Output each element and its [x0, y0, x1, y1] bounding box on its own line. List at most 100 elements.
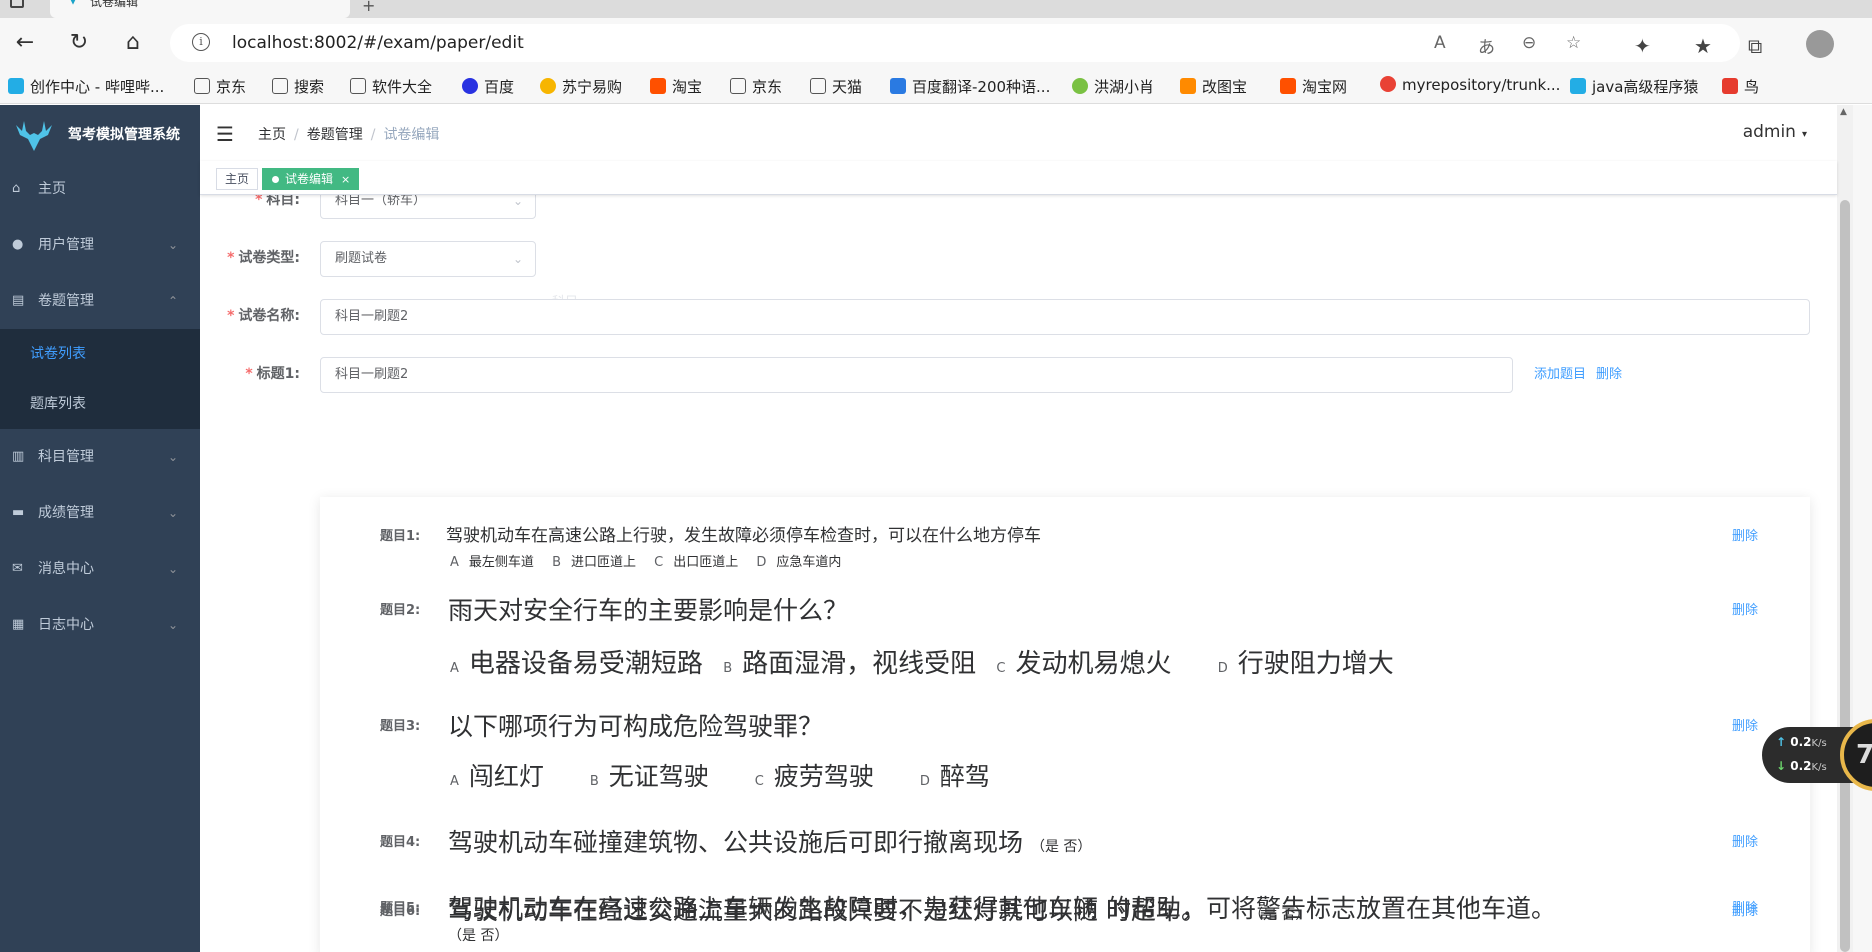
zoom-icon[interactable]: ⊖ [1522, 33, 1536, 53]
title1-label: * 标题1: [245, 366, 300, 382]
questions-panel: 题目1: 驾驶机动车在高速公路上行驶，发生故障必须停车检查时，可以在什么地方停车… [320, 497, 1810, 952]
home-icon[interactable]: ⌂ [118, 28, 148, 58]
question-2-options: A 电器设备易受潮短路 B 路面湿滑，视线受阻 C 发动机易熄火 D 行驶阻力增大 [450, 649, 1394, 679]
question-2-delete-link[interactable]: 删除 [1732, 599, 1758, 618]
question-3-text: 以下哪项行为可构成危险驾驶罪？ [448, 712, 824, 741]
bookmark-item[interactable]: 京东 [194, 76, 246, 97]
option: 进口匝道上 [570, 555, 636, 570]
scrollbar-thumb[interactable] [1840, 200, 1850, 952]
bookmark-item[interactable]: 洪湖小肖 [1072, 76, 1154, 97]
page-content: 科目 *科目: 科目一（轿车） ⌄ *试卷类型: 刷题试卷 ⌄ *试 [200, 195, 1837, 952]
favorite-add-icon[interactable]: ☆ [1566, 33, 1581, 53]
question-6-delete-link[interactable]: 删除 [1732, 900, 1758, 919]
chevron-down-icon: ⌄ [167, 562, 178, 576]
bookmark-item[interactable]: myrepository/trunk... [1380, 76, 1560, 94]
question-4-label: 题目4: [380, 835, 421, 850]
back-arrow-icon[interactable]: ← [10, 28, 40, 58]
address-bar[interactable]: i localhost:8002/#/exam/paper/edit A あ ⊖… [170, 24, 1740, 62]
judge-options: （是 否） [1030, 839, 1092, 855]
bookmark-item[interactable]: 软件大全 [350, 76, 432, 97]
question-1-text: 驾驶机动车在高速公路上行驶，发生故障必须停车检查时，可以在什么地方停车 [446, 526, 1041, 546]
navbar: ☰ 主页 / 卷题管理 / 试卷编辑 admin ▾ [200, 105, 1837, 161]
chevron-down-icon: ⌄ [167, 450, 178, 464]
option: 无证驾驶 [608, 762, 709, 791]
option: 路面湿滑，视线受阻 [742, 649, 977, 679]
breadcrumb-home[interactable]: 主页 [258, 127, 286, 143]
url-text[interactable]: localhost:8002/#/exam/paper/edit [232, 33, 524, 53]
question-1-label: 题目1: [380, 529, 421, 544]
network-speed-widget[interactable]: ↑ 0.2K/s ↓ 0.2K/s 72 [1762, 719, 1872, 791]
bookmark-item[interactable]: 百度 [462, 76, 514, 97]
name-input[interactable]: 科目一刷题2 [320, 299, 1810, 335]
bookmark-item[interactable]: 淘宝网 [1280, 76, 1347, 97]
sidebar-item-scores[interactable]: ▬ 成绩管理 ⌄ [0, 485, 200, 541]
option: 醉驾 [939, 762, 990, 791]
type-select[interactable]: 刷题试卷 ⌄ [320, 241, 536, 277]
bilibili-icon [8, 78, 24, 94]
bookmark-item[interactable]: 搜索 [272, 76, 324, 97]
taobao-icon [1280, 78, 1296, 94]
scroll-up-icon[interactable]: ▲ [1840, 107, 1847, 117]
bookmark-item[interactable]: 百度翻译-200种语... [890, 76, 1050, 97]
tag-home[interactable]: 主页 [216, 168, 259, 190]
sidebar-item-users[interactable]: ● 用户管理 ⌄ [0, 217, 200, 273]
upload-speed: ↑ 0.2K/s [1776, 735, 1827, 749]
sidebar-item-subjects[interactable]: ▥ 科目管理 ⌄ [0, 429, 200, 485]
hamburger-icon[interactable]: ☰ [216, 122, 234, 146]
chevron-up-icon: ⌃ [167, 294, 178, 308]
sidebar-item-logs[interactable]: ▦ 日志中心 ⌄ [0, 597, 200, 653]
chevron-down-icon: ⌄ [167, 238, 178, 252]
new-tab-button[interactable]: + [362, 0, 375, 15]
sidebar-item-exams[interactable]: ▤ 卷题管理 ⌃ [0, 273, 200, 329]
question-1-options: A 最左侧车道 B 进口匝道上 C 出口匝道上 D 应急车道内 [450, 555, 842, 570]
bookmark-item[interactable]: 鸟 [1722, 76, 1759, 97]
translate-icon[interactable]: あ [1478, 33, 1495, 58]
question-6-text: 驾驶机动车在经过交通流量大的路段只要不是红灯就可以随 时超车。 （是 否） [448, 896, 1310, 925]
translate-site-icon [890, 78, 906, 94]
browser-tab[interactable]: ▼ 试卷编辑 [50, 0, 350, 18]
bookmark-item[interactable]: 京东 [730, 76, 782, 97]
bookmark-item[interactable]: 淘宝 [650, 76, 702, 97]
subject-select[interactable]: 科目一（轿车） ⌄ [320, 195, 536, 219]
breadcrumb-exams[interactable]: 卷题管理 [307, 127, 363, 143]
judge-options: （是 否） [1255, 907, 1310, 923]
tab-actions-icon[interactable] [10, 0, 24, 8]
delete-title-link[interactable]: 删除 [1596, 358, 1622, 392]
sidebar-subitem-paper-list[interactable]: 试卷列表 [0, 329, 200, 379]
question-2-label: 题目2: [380, 603, 421, 618]
question-3-delete-link[interactable]: 删除 [1732, 715, 1758, 734]
page-scrollbar[interactable]: ▲ [1837, 105, 1853, 952]
sidebar-item-home[interactable]: ⌂ 主页 [0, 161, 200, 217]
form-row-type: * 试卷类型: 刷题试卷 ⌄ [200, 241, 800, 277]
site-info-icon[interactable]: i [192, 33, 210, 51]
question-1-delete-link[interactable]: 删除 [1732, 525, 1758, 544]
chrome-icon [1380, 76, 1396, 92]
add-question-link[interactable]: 添加题目 [1534, 358, 1586, 392]
download-speed: ↓ 0.2K/s [1776, 759, 1827, 773]
bookmark-item[interactable]: 天猫 [810, 76, 862, 97]
exams-submenu: 试卷列表 题库列表 [0, 329, 200, 429]
user-menu[interactable]: admin ▾ [1743, 122, 1807, 142]
bookmark-item[interactable]: 苏宁易购 [540, 76, 622, 97]
collections-icon[interactable]: ⧉ [1748, 34, 1762, 58]
bookmark-item[interactable]: 创作中心 - 哔哩哔... [8, 76, 164, 97]
read-aloud-icon[interactable]: A [1434, 33, 1446, 53]
profile-avatar[interactable] [1806, 30, 1834, 58]
title1-input[interactable]: 科目一刷题2 [320, 357, 1513, 393]
form-row-title1: * 标题1: 科目一刷题2 添加题目 删除 [200, 357, 1837, 393]
close-icon[interactable]: × [341, 173, 350, 186]
browser-toolbar: ← ↻ ⌂ i localhost:8002/#/exam/paper/edit… [0, 18, 1872, 68]
tag-paper-edit[interactable]: 试卷编辑 × [262, 168, 360, 190]
bookmark-item[interactable]: 改图宝 [1180, 76, 1247, 97]
caret-down-icon: ▾ [1801, 129, 1807, 140]
document-icon: ▤ [12, 293, 25, 308]
bookmark-item[interactable]: java高级程序猿 [1570, 76, 1698, 97]
question-5-judge: （是 否） [448, 928, 509, 944]
sidebar-subitem-question-bank[interactable]: 题库列表 [0, 379, 200, 429]
favorites-icon[interactable]: ★ [1694, 34, 1712, 58]
reload-icon[interactable]: ↻ [64, 28, 94, 58]
extensions-icon[interactable]: ✦ [1634, 34, 1651, 58]
question-4-delete-link[interactable]: 删除 [1732, 831, 1758, 850]
chevron-down-icon: ⌄ [512, 252, 523, 266]
sidebar-item-messages[interactable]: ✉ 消息中心 ⌄ [0, 541, 200, 597]
